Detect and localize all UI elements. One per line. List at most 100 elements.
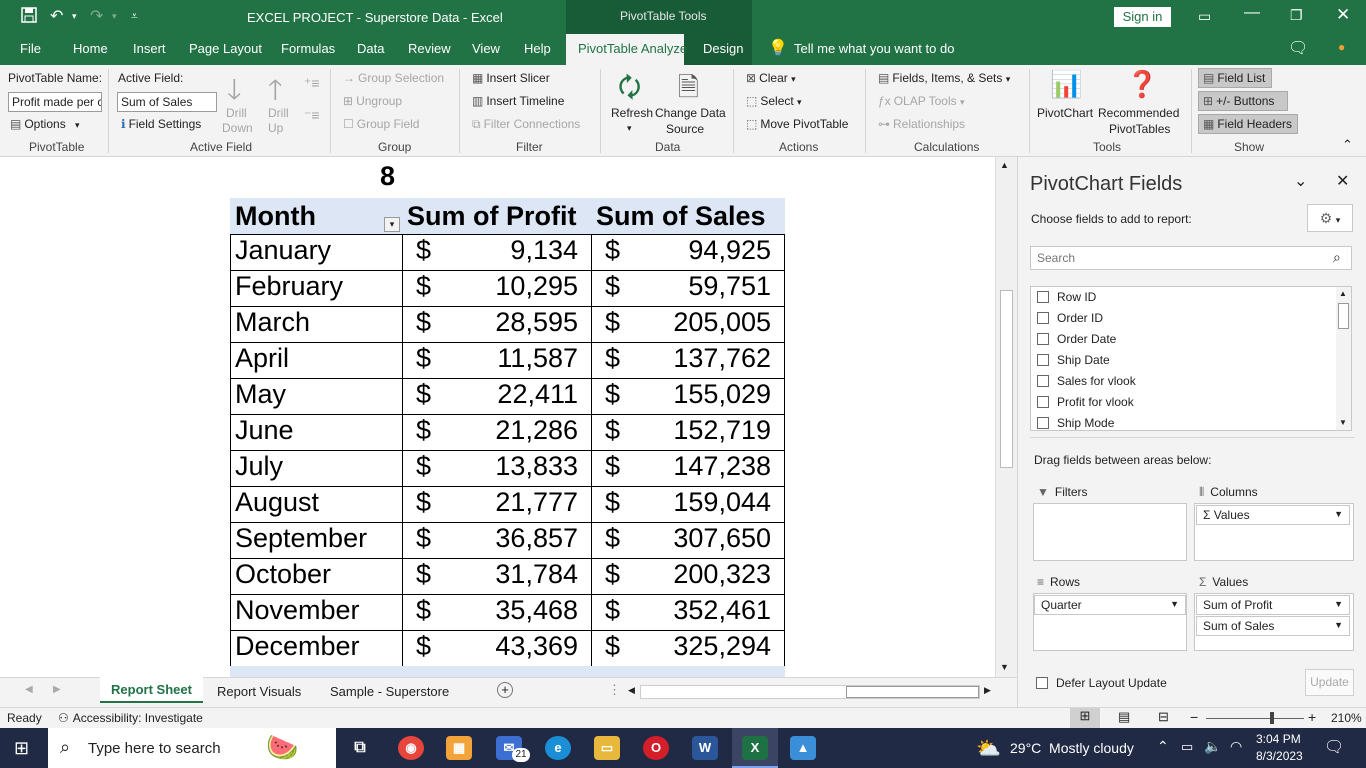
insert-timeline-button[interactable]: ▥ Insert Timeline bbox=[472, 94, 564, 108]
checkbox-icon[interactable] bbox=[1037, 291, 1049, 303]
sheet-tab-report-sheet[interactable]: Report Sheet bbox=[100, 677, 203, 703]
month-cell[interactable]: February bbox=[235, 271, 343, 302]
currency-symbol[interactable]: $ bbox=[416, 595, 431, 626]
header-sum-profit[interactable]: Sum of Profit bbox=[407, 201, 577, 232]
file-explorer-icon[interactable]: ▭ bbox=[594, 736, 620, 760]
tray-chevron-icon[interactable]: ⌃ bbox=[1157, 738, 1169, 755]
sales-cell[interactable]: 94,925 bbox=[688, 235, 771, 266]
header-sum-sales[interactable]: Sum of Sales bbox=[596, 201, 766, 232]
month-cell[interactable]: August bbox=[235, 487, 319, 518]
tab-data[interactable]: Data bbox=[357, 41, 384, 56]
currency-symbol[interactable]: $ bbox=[416, 415, 431, 446]
field-list-scrollbar[interactable]: ▲ ▼ bbox=[1336, 287, 1351, 430]
currency-symbol[interactable]: $ bbox=[605, 235, 620, 266]
profit-cell[interactable]: 13,833 bbox=[495, 451, 578, 482]
refresh-button[interactable]: Refresh bbox=[611, 106, 653, 120]
fields-items-sets-button[interactable]: ▤ Fields, Items, & Sets ▾ bbox=[878, 71, 1010, 85]
sales-cell[interactable]: 159,044 bbox=[673, 487, 771, 518]
profit-cell[interactable]: 43,369 bbox=[495, 631, 578, 662]
currency-symbol[interactable]: $ bbox=[416, 307, 431, 338]
close-pane-icon[interactable]: ✕ bbox=[1336, 171, 1349, 191]
profit-cell[interactable]: 21,286 bbox=[495, 415, 578, 446]
field-settings-button[interactable]: ℹ Field Settings bbox=[121, 117, 201, 131]
currency-symbol[interactable]: $ bbox=[605, 451, 620, 482]
checkbox-icon[interactable] bbox=[1037, 417, 1049, 429]
profit-cell[interactable]: 31,784 bbox=[495, 559, 578, 590]
options-button[interactable]: ▤ Options ▾ bbox=[10, 117, 80, 131]
defer-layout-checkbox[interactable]: Defer Layout Update bbox=[1036, 676, 1167, 690]
sales-cell[interactable]: 205,005 bbox=[673, 307, 771, 338]
profit-cell[interactable]: 28,595 bbox=[495, 307, 578, 338]
currency-symbol[interactable]: $ bbox=[605, 559, 620, 590]
currency-symbol[interactable]: $ bbox=[605, 595, 620, 626]
tab-formulas[interactable]: Formulas bbox=[281, 41, 335, 56]
currency-symbol[interactable]: $ bbox=[605, 271, 620, 302]
zoom-slider[interactable] bbox=[1206, 712, 1304, 724]
month-cell[interactable]: December bbox=[235, 631, 360, 662]
tab-help[interactable]: Help bbox=[524, 41, 551, 56]
chevron-down-icon[interactable]: ▾ bbox=[72, 11, 77, 22]
h-scroll-thumb[interactable] bbox=[846, 686, 979, 698]
currency-symbol[interactable]: $ bbox=[416, 451, 431, 482]
vertical-scrollbar[interactable]: ▲ ▼ bbox=[995, 157, 1017, 677]
scroll-right-icon[interactable]: ▶ bbox=[984, 685, 991, 696]
zoom-level[interactable]: 210% bbox=[1331, 711, 1362, 725]
recommended-pivottables-icon[interactable]: ❓ bbox=[1126, 69, 1158, 100]
sales-cell[interactable]: 325,294 bbox=[673, 631, 771, 662]
task-view-icon[interactable]: ⧉ bbox=[347, 736, 373, 760]
month-cell[interactable]: May bbox=[235, 379, 286, 410]
month-cell[interactable]: November bbox=[235, 595, 360, 626]
currency-symbol[interactable]: $ bbox=[605, 307, 620, 338]
recommended-label-1[interactable]: Recommended bbox=[1098, 106, 1179, 120]
pivottable-name-input[interactable]: Profit made per c bbox=[8, 92, 102, 112]
month-cell[interactable]: January bbox=[235, 235, 331, 266]
taskbar-search[interactable]: ⌕ Type here to search 🍉 bbox=[48, 728, 336, 768]
word-icon[interactable]: W bbox=[692, 736, 718, 760]
month-cell[interactable]: June bbox=[235, 415, 294, 446]
weather-text[interactable]: 29°C Mostly cloudy bbox=[1010, 740, 1134, 756]
weather-icon[interactable]: ⛅ bbox=[976, 736, 1001, 761]
field-item[interactable]: Profit for vlook bbox=[1037, 395, 1134, 409]
currency-symbol[interactable]: $ bbox=[605, 379, 620, 410]
tab-design[interactable]: Design bbox=[703, 41, 743, 56]
photos-icon[interactable]: ▲ bbox=[790, 736, 816, 760]
field-item[interactable]: Ship Date bbox=[1037, 353, 1110, 367]
zoom-thumb[interactable] bbox=[1270, 712, 1274, 724]
battery-icon[interactable]: ▭ bbox=[1181, 739, 1193, 755]
field-item[interactable]: Ship Mode bbox=[1037, 416, 1114, 430]
select-button[interactable]: ⬚ Select ▾ bbox=[746, 94, 802, 108]
tell-me-search[interactable]: Tell me what you want to do bbox=[794, 41, 954, 56]
edge-icon[interactable]: e bbox=[545, 736, 571, 760]
checkbox-icon[interactable] bbox=[1037, 312, 1049, 324]
columns-item-values[interactable]: Σ Values ▼ bbox=[1196, 505, 1350, 525]
comments-icon[interactable]: 🗨 bbox=[1288, 38, 1308, 58]
month-cell[interactable]: April bbox=[235, 343, 289, 374]
tab-view[interactable]: View bbox=[472, 41, 500, 56]
notifications-icon[interactable]: 🗨 bbox=[1324, 737, 1344, 757]
sheet-tab-report-visuals[interactable]: Report Visuals bbox=[217, 684, 301, 699]
sales-cell[interactable]: 200,323 bbox=[673, 559, 771, 590]
month-cell[interactable]: September bbox=[235, 523, 367, 554]
currency-symbol[interactable]: $ bbox=[416, 379, 431, 410]
pane-settings-button[interactable]: ⚙ ▾ bbox=[1307, 204, 1353, 232]
collapse-ribbon-icon[interactable]: ⌃ bbox=[1342, 137, 1353, 153]
filters-drop-area[interactable] bbox=[1033, 503, 1187, 561]
scroll-thumb[interactable] bbox=[1338, 303, 1349, 329]
page-layout-view-icon[interactable]: ▤ bbox=[1118, 709, 1130, 725]
currency-symbol[interactable]: $ bbox=[416, 523, 431, 554]
recommended-label-2[interactable]: PivotTables bbox=[1109, 122, 1170, 136]
move-pivottable-button[interactable]: ⬚ Move PivotTable bbox=[746, 117, 848, 131]
currency-symbol[interactable]: $ bbox=[416, 235, 431, 266]
currency-symbol[interactable]: $ bbox=[416, 271, 431, 302]
clock-time[interactable]: 3:04 PM bbox=[1256, 732, 1301, 746]
filter-dropdown-icon[interactable]: ▾ bbox=[384, 217, 400, 232]
prev-sheet-icon[interactable]: ◀ bbox=[25, 684, 33, 695]
scroll-up-icon[interactable]: ▲ bbox=[1000, 160, 1009, 170]
sign-in-button[interactable]: Sign in bbox=[1114, 7, 1171, 27]
volume-icon[interactable]: 🔈 bbox=[1204, 738, 1221, 755]
sheet-tab-sample-superstore[interactable]: Sample - Superstore bbox=[330, 684, 449, 699]
checkbox-icon[interactable] bbox=[1037, 354, 1049, 366]
tab-review[interactable]: Review bbox=[408, 41, 451, 56]
rows-item-quarter[interactable]: Quarter ▼ bbox=[1034, 595, 1186, 615]
profit-cell[interactable]: 36,857 bbox=[495, 523, 578, 554]
